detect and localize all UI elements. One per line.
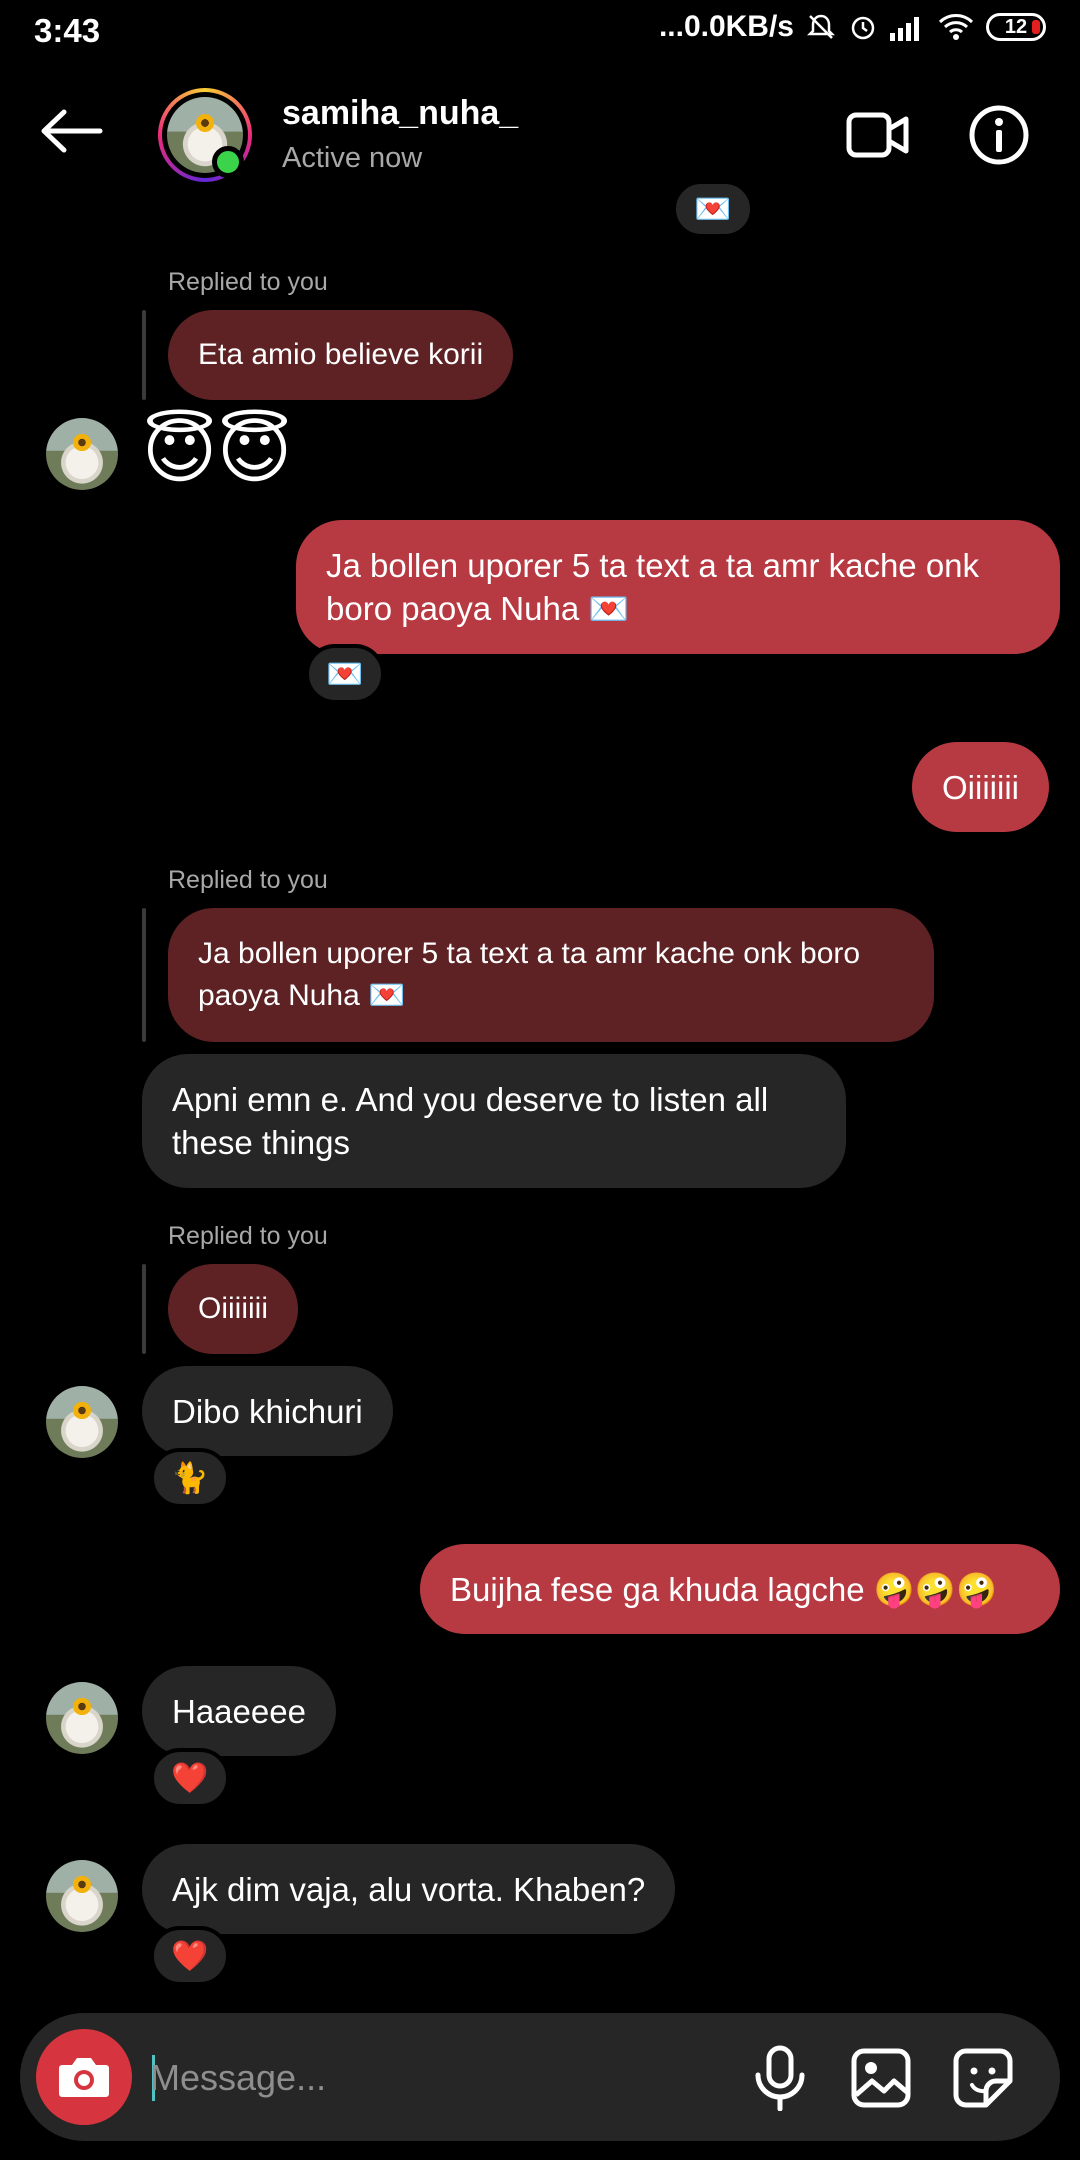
- battery-level: 12: [1004, 15, 1028, 38]
- info-button[interactable]: [968, 104, 1030, 166]
- quoted-message[interactable]: Oiiiiiii: [168, 1264, 298, 1354]
- microphone-button[interactable]: [750, 2045, 810, 2111]
- message-avatar[interactable]: [46, 418, 118, 490]
- video-call-button[interactable]: [846, 107, 910, 163]
- incoming-message[interactable]: Dibo khichuri: [142, 1366, 393, 1456]
- quote-bar: [142, 1264, 146, 1354]
- chat-header: samiha_nuha_ Active now: [0, 62, 1080, 212]
- reaction-badge[interactable]: ❤️: [150, 1748, 230, 1808]
- quoted-message[interactable]: Ja bollen uporer 5 ta text a ta amr kach…: [168, 908, 934, 1042]
- reaction-badge[interactable]: 💌: [672, 180, 754, 238]
- message-list[interactable]: 💌 Replied to you Eta amio believe korii …: [0, 180, 1080, 2002]
- sticker-button[interactable]: [952, 2047, 1014, 2109]
- camera-icon: [59, 2058, 109, 2097]
- quoted-message[interactable]: Eta amio believe korii: [168, 310, 514, 400]
- message-composer: [20, 2013, 1060, 2141]
- camera-button[interactable]: [36, 2029, 132, 2125]
- online-indicator: [212, 146, 244, 178]
- alarm-icon: [851, 16, 875, 40]
- incoming-message[interactable]: Apni emn e. And you deserve to listen al…: [142, 1054, 846, 1188]
- signal-icon: [890, 17, 919, 41]
- message-avatar[interactable]: [46, 1682, 118, 1754]
- outgoing-message[interactable]: Ja bollen uporer 5 ta text a ta amr kach…: [296, 520, 1060, 654]
- incoming-message[interactable]: Ajk dim vaja, alu vorta. Khaben?: [142, 1844, 676, 1934]
- status-bar: 3:43 ...0.0KB/s 12: [0, 0, 1080, 62]
- replied-label: Replied to you: [168, 1222, 328, 1250]
- emoji-message[interactable]: 😇😇: [142, 412, 292, 492]
- wifi-icon: [938, 14, 974, 40]
- outgoing-message[interactable]: Oiiiiiii: [912, 742, 1049, 832]
- incoming-message[interactable]: Haaeeee: [142, 1666, 336, 1756]
- battery-icon: 12: [986, 13, 1046, 41]
- replied-label: Replied to you: [168, 866, 328, 894]
- network-speed: ...0.0KB/s: [658, 10, 794, 43]
- message-input[interactable]: [150, 2043, 710, 2113]
- gallery-button[interactable]: [850, 2047, 912, 2109]
- mute-bell-icon: [806, 14, 836, 39]
- replied-label: Replied to you: [168, 268, 328, 296]
- status-time: 3:43: [34, 12, 101, 49]
- outgoing-message[interactable]: Buijha fese ga khuda lagche 🤪🤪🤪: [420, 1544, 1060, 1634]
- contact-name[interactable]: samiha_nuha_: [282, 94, 518, 133]
- quote-bar: [142, 310, 146, 400]
- message-avatar[interactable]: [46, 1860, 118, 1932]
- reaction-badge[interactable]: 🐈: [150, 1448, 230, 1508]
- message-avatar[interactable]: [46, 1386, 118, 1458]
- back-button[interactable]: [36, 106, 106, 156]
- status-icons: ...0.0KB/s 12: [659, 10, 1046, 44]
- reaction-badge[interactable]: 💌: [305, 644, 385, 704]
- reaction-badge[interactable]: ❤️: [150, 1926, 230, 1986]
- quote-bar: [142, 908, 146, 1042]
- contact-status: Active now: [282, 142, 423, 174]
